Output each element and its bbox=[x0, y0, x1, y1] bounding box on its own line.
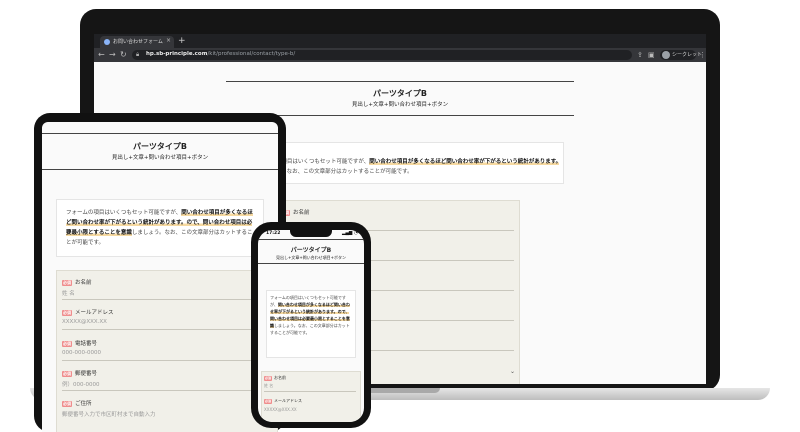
field-label-text: ご住所 bbox=[75, 401, 92, 407]
page-subtitle: 見出し+文章+問い合わせ項目+ボタン bbox=[351, 102, 449, 108]
page-title: パーツタイプB bbox=[290, 247, 332, 254]
status-time: 17:22 bbox=[266, 231, 281, 236]
url-path: /kit/professional/contact/type-b/ bbox=[207, 51, 296, 57]
incognito-icon bbox=[662, 51, 670, 59]
field-label-text: 電話番号 bbox=[75, 341, 98, 347]
intro-line-1: フォームの項目はいくつもセット可能ですが、問い合わせ項目が多くなるほど問い合わせ… bbox=[254, 157, 559, 165]
intro-emphasis: 問い合わせ項目が多くなるほど問い合わせ率が下がるという統計があります。 bbox=[369, 159, 559, 165]
reload-icon[interactable]: ↻ bbox=[120, 49, 127, 61]
browser-toolbar: ← → ↻ 🔒︎ hp.sb-principle.com/kit/profess… bbox=[94, 48, 706, 62]
name-input[interactable]: 姓 名 bbox=[264, 383, 273, 389]
url-host: hp.sb-principle.com bbox=[146, 51, 208, 57]
title-rule-top bbox=[258, 239, 364, 240]
incognito-label: シークレット bbox=[672, 52, 703, 58]
name-input[interactable]: 姓 名 bbox=[62, 289, 75, 297]
field-label-text: 郵便番号 bbox=[75, 371, 98, 377]
field-label-text: メールアドレス bbox=[274, 398, 302, 403]
address-input[interactable]: 郵便番号入力で市区町村まで自動入力 bbox=[62, 410, 156, 418]
required-badge: 必須 bbox=[62, 341, 72, 347]
required-badge: 必須 bbox=[62, 371, 72, 377]
field-underline bbox=[62, 390, 258, 391]
field-label-email: 必須 メールアドレス bbox=[264, 398, 302, 404]
phone-input[interactable]: 000-000-0000 bbox=[62, 350, 101, 356]
required-badge: 必須 bbox=[264, 376, 272, 381]
required-badge: 必須 bbox=[264, 399, 272, 404]
email-input[interactable]: XXXXX@XXX.XX bbox=[62, 319, 107, 325]
intro-paragraph: フォームの項目はいくつもセット可能ですが、問い合わせ項目が多くなるほど問い合わせ… bbox=[270, 294, 352, 336]
new-tab-button[interactable]: + bbox=[178, 35, 186, 47]
title-rule-bottom bbox=[258, 263, 364, 264]
forward-icon[interactable]: → bbox=[109, 49, 116, 61]
page-subtitle: 見出し+文章+問い合わせ項目+ボタン bbox=[275, 255, 347, 260]
field-underline bbox=[264, 391, 356, 392]
incognito-profile-button[interactable]: シークレット bbox=[660, 50, 702, 60]
laptop-notch bbox=[360, 388, 440, 393]
field-underline bbox=[62, 329, 258, 330]
chevron-down-icon[interactable]: ⌄ bbox=[510, 368, 515, 375]
title-rule-top bbox=[42, 133, 278, 134]
field-label-phone: 必須 電話番号 bbox=[62, 339, 97, 347]
tab-title: お問い合わせフォーム パーツB bbox=[113, 39, 165, 45]
page-title: パーツタイプB bbox=[133, 142, 187, 151]
required-badge: 必須 bbox=[62, 280, 72, 286]
phone-screen: 17:22 ▂▄▆ ◔ パーツタイプB 見出し+文章+問い合わせ項目+ボタン フ… bbox=[258, 230, 364, 422]
menu-icon[interactable]: ⋮ bbox=[699, 49, 706, 61]
field-label-name: 必須お名前 bbox=[62, 278, 92, 286]
field-label-email: 必須 メールアドレス bbox=[62, 308, 114, 316]
field-underline bbox=[62, 360, 258, 361]
title-rule-bottom bbox=[42, 169, 278, 170]
field-label-text: メールアドレス bbox=[75, 310, 114, 316]
title-rule-top bbox=[226, 81, 574, 82]
browser-tab[interactable]: お問い合わせフォーム パーツB × bbox=[100, 36, 174, 48]
field-label-address: 必須 ご住所 bbox=[62, 399, 92, 407]
postal-input[interactable]: 例）000-0000 bbox=[62, 380, 99, 388]
intro-text: フォームの項目はいくつもセット可能ですが、 bbox=[66, 210, 182, 216]
favicon-icon bbox=[104, 39, 110, 45]
sidebar-icon[interactable]: ▣ bbox=[648, 49, 655, 61]
required-badge: 必須 bbox=[62, 401, 72, 407]
status-indicators: ▂▄▆ ◔ bbox=[342, 231, 358, 236]
back-icon[interactable]: ← bbox=[98, 49, 105, 61]
share-icon[interactable]: ⇪ bbox=[637, 49, 643, 61]
page-subtitle: 見出し+文章+問い合わせ項目+ボタン bbox=[111, 155, 209, 161]
email-input[interactable]: XXXXX@XXX.XX bbox=[264, 407, 297, 412]
field-label-text: お名前 bbox=[274, 375, 286, 380]
browser-tabbar: お問い合わせフォーム パーツB × + bbox=[94, 34, 706, 48]
required-badge: 必須 bbox=[62, 310, 72, 316]
field-label-text: お名前 bbox=[75, 280, 92, 286]
field-label-text: お名前 bbox=[293, 210, 310, 216]
tablet-screen: パーツタイプB 見出し+文章+問い合わせ項目+ボタン フォームの項目はいくつもセ… bbox=[42, 122, 278, 432]
close-icon[interactable]: × bbox=[166, 37, 171, 44]
lock-icon: 🔒︎ bbox=[136, 51, 140, 58]
field-underline bbox=[62, 299, 258, 300]
url-text: hp.sb-principle.com/kit/professional/con… bbox=[146, 51, 295, 57]
phone-notch bbox=[290, 230, 332, 237]
field-label-postal: 必須 郵便番号 bbox=[62, 369, 97, 377]
field-label-name: 必須お名前 bbox=[264, 375, 286, 381]
address-bar[interactable]: 🔒︎ hp.sb-principle.com/kit/professional/… bbox=[132, 50, 632, 60]
page-title: パーツタイプB bbox=[373, 89, 427, 98]
intro-paragraph: フォームの項目はいくつもセット可能ですが、問い合わせ項目が多くなるほど問い合わせ… bbox=[66, 208, 256, 248]
intro-tail: しましょう。なお、この文章部分はカットすることが可能です。 bbox=[270, 323, 350, 335]
